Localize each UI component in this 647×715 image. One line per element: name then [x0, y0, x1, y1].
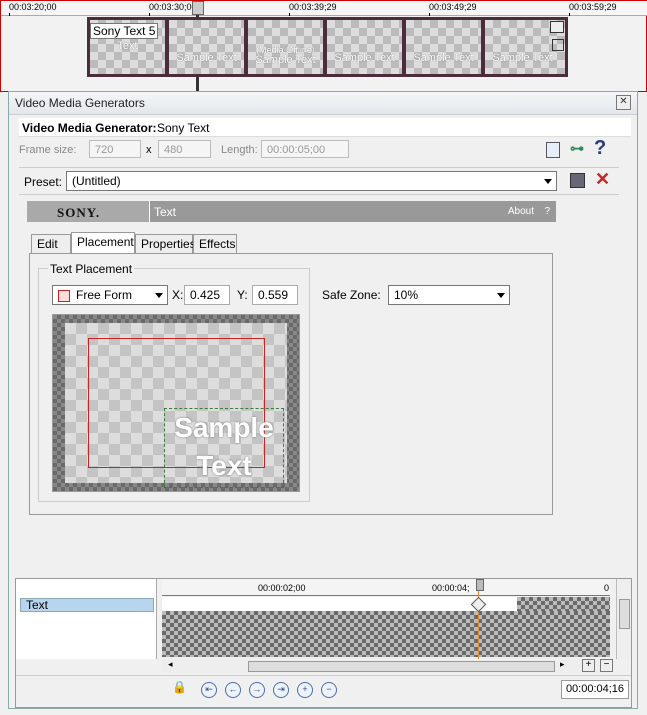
- length-field: 00:00:05;00: [261, 140, 349, 158]
- ruler-tick: 00:03:20;00: [9, 2, 57, 12]
- text-bounding-box[interactable]: Sample Text: [164, 408, 284, 488]
- track-item-text[interactable]: Text: [20, 598, 154, 612]
- preset-value: (Untitled): [72, 174, 121, 188]
- keyframe-controller: Text 00:00:02;00 00:00:04; 0 ◂ ▸ + − 🔒 ⇤…: [15, 578, 632, 708]
- keyframe-toolbar: 🔒 ⇤ ← → ⇥ + − 00:00:04;16: [16, 675, 631, 706]
- vertical-scrollbar[interactable]: [616, 579, 631, 659]
- keyframe-cursor-handle[interactable]: [476, 579, 484, 591]
- placement-mode-dropdown[interactable]: Free Form: [52, 285, 168, 305]
- zoom-out-icon[interactable]: −: [600, 659, 613, 672]
- clip-thumbnail: Sample Text: [169, 20, 244, 74]
- tab-edit[interactable]: Edit: [31, 234, 71, 253]
- safe-zone-label: Safe Zone:: [322, 288, 381, 302]
- clip-thumbnail: Sample Text: [327, 20, 402, 74]
- plugin-header: SONY. Text About ?: [27, 201, 556, 222]
- delete-keyframe-icon[interactable]: −: [321, 682, 337, 698]
- last-keyframe-icon[interactable]: ⇥: [273, 682, 289, 698]
- next-keyframe-icon[interactable]: →: [249, 682, 265, 698]
- frame-size-label: Frame size:: [19, 144, 77, 156]
- keyframe-cursor-line[interactable]: [478, 579, 479, 659]
- tab-properties[interactable]: Properties: [135, 234, 196, 253]
- zoom-in-icon[interactable]: +: [582, 659, 595, 672]
- keyframe-track-list: Text: [16, 579, 157, 659]
- about-help[interactable]: ?: [544, 206, 550, 217]
- x-label: X:: [172, 288, 184, 302]
- keyframe-lane[interactable]: [162, 597, 517, 611]
- text-placement-label: Text Placement: [48, 262, 135, 276]
- dialog-title: Video Media Generators: [15, 96, 145, 110]
- frame-height-field: 480: [158, 140, 211, 158]
- close-icon[interactable]: ✕: [616, 95, 631, 110]
- sony-logo: SONY.: [57, 205, 101, 220]
- add-keyframe-icon[interactable]: +: [297, 682, 313, 698]
- horizontal-scroll-thumb[interactable]: [248, 661, 555, 672]
- ruler-tick: 00:03:49;29: [429, 2, 477, 12]
- about-link[interactable]: About: [508, 206, 534, 217]
- keyframe-animation-icon[interactable]: ⊶: [570, 141, 584, 155]
- top-timeline: 00:03:20;00 00:03:30;00 00:03:39;29 00:0…: [0, 0, 647, 93]
- tab-bar: Edit Placement Properties Effects: [29, 232, 559, 254]
- save-preset-icon[interactable]: [570, 173, 585, 188]
- free-form-icon: [58, 289, 70, 302]
- y-label: Y:: [237, 288, 248, 302]
- frame-width-field: 720: [89, 140, 141, 158]
- clip-name-label: Sony Text 5: [90, 23, 159, 39]
- playhead-handle[interactable]: [192, 1, 204, 15]
- generator-label: Video Media Generator:: [22, 121, 157, 135]
- placement-tab-panel: Text Placement Free Form X: 0.425 Y: 0.5…: [29, 253, 553, 515]
- vertical-scroll-thumb[interactable]: [619, 599, 630, 629]
- keyframe-ruler-tick: 00:00:02;00: [258, 583, 306, 593]
- scroll-left-icon[interactable]: ◂: [168, 659, 173, 670]
- generator-name: Sony Text: [157, 121, 210, 135]
- prev-keyframe-icon[interactable]: ←: [225, 682, 241, 698]
- delete-preset-icon[interactable]: ✕: [595, 169, 610, 190]
- placement-mode-value: Free Form: [76, 288, 133, 302]
- crop-icon[interactable]: [552, 39, 564, 51]
- generated-media-icon[interactable]: [550, 21, 564, 33]
- preview-sample-text-line2: Text: [196, 450, 252, 481]
- preset-dropdown[interactable]: (Untitled): [66, 171, 557, 191]
- placement-preview[interactable]: Sample Text: [52, 314, 300, 492]
- clip-thumbnail: Sample Text: [406, 20, 481, 74]
- preview-sample-text-line1: Sample: [174, 412, 274, 443]
- tab-placement[interactable]: Placement: [71, 232, 135, 253]
- keyframe-ruler[interactable]: 00:00:02;00 00:00:04; 0: [162, 579, 610, 596]
- keyframe-lane-inactive: [517, 597, 610, 611]
- presets-icon[interactable]: [546, 142, 560, 158]
- keyframe-ruler-tick: 00:00:04;: [432, 583, 470, 593]
- ruler-tick: 00:03:39;29: [289, 2, 337, 12]
- times-sign: x: [146, 144, 152, 156]
- keyframe-empty-area: [162, 611, 610, 657]
- keyframe-nav-buttons: ⇤ ← → ⇥ + −: [201, 682, 361, 698]
- first-keyframe-icon[interactable]: ⇤: [201, 682, 217, 698]
- ruler-tick: 00:03:59;29: [569, 2, 617, 12]
- generator-header: Video Media Generator: Sony Text: [19, 118, 631, 137]
- ruler-tick: 00:03:30;00: [149, 2, 197, 12]
- time-display[interactable]: 00:00:04;16: [561, 680, 629, 699]
- safe-zone-dropdown[interactable]: 10%: [388, 285, 510, 305]
- help-icon[interactable]: ?: [594, 137, 606, 160]
- y-input[interactable]: 0.559: [252, 285, 298, 305]
- keyframe-ruler-tick: 0: [604, 583, 610, 593]
- horizontal-scrollbar[interactable]: ◂ ▸: [162, 659, 610, 673]
- video-event-clip[interactable]: Text Sample Text (Media Offline) Sample …: [87, 17, 568, 77]
- video-media-generators-dialog: Video Media Generators ✕ Video Media Gen…: [8, 91, 638, 709]
- preset-row: Preset: (Untitled) ✕: [19, 167, 619, 195]
- length-label: Length:: [221, 144, 258, 156]
- x-input[interactable]: 0.425: [184, 285, 230, 305]
- dialog-titlebar[interactable]: Video Media Generators ✕: [9, 92, 637, 115]
- plugin-name: Text: [154, 205, 177, 219]
- timeline-ruler[interactable]: 00:03:20;00 00:03:30;00 00:03:39;29 00:0…: [1, 1, 647, 16]
- plugin-name-bar: Text About ?: [149, 201, 556, 222]
- safe-zone-value: 10%: [394, 288, 419, 302]
- scroll-right-icon[interactable]: ▸: [560, 659, 565, 670]
- tab-effects[interactable]: Effects: [193, 234, 237, 253]
- clip-thumbnail: (Media Offline) Sample Text: [248, 20, 323, 74]
- preset-label: Preset:: [24, 175, 63, 189]
- lock-keyframes-icon[interactable]: 🔒: [172, 680, 188, 696]
